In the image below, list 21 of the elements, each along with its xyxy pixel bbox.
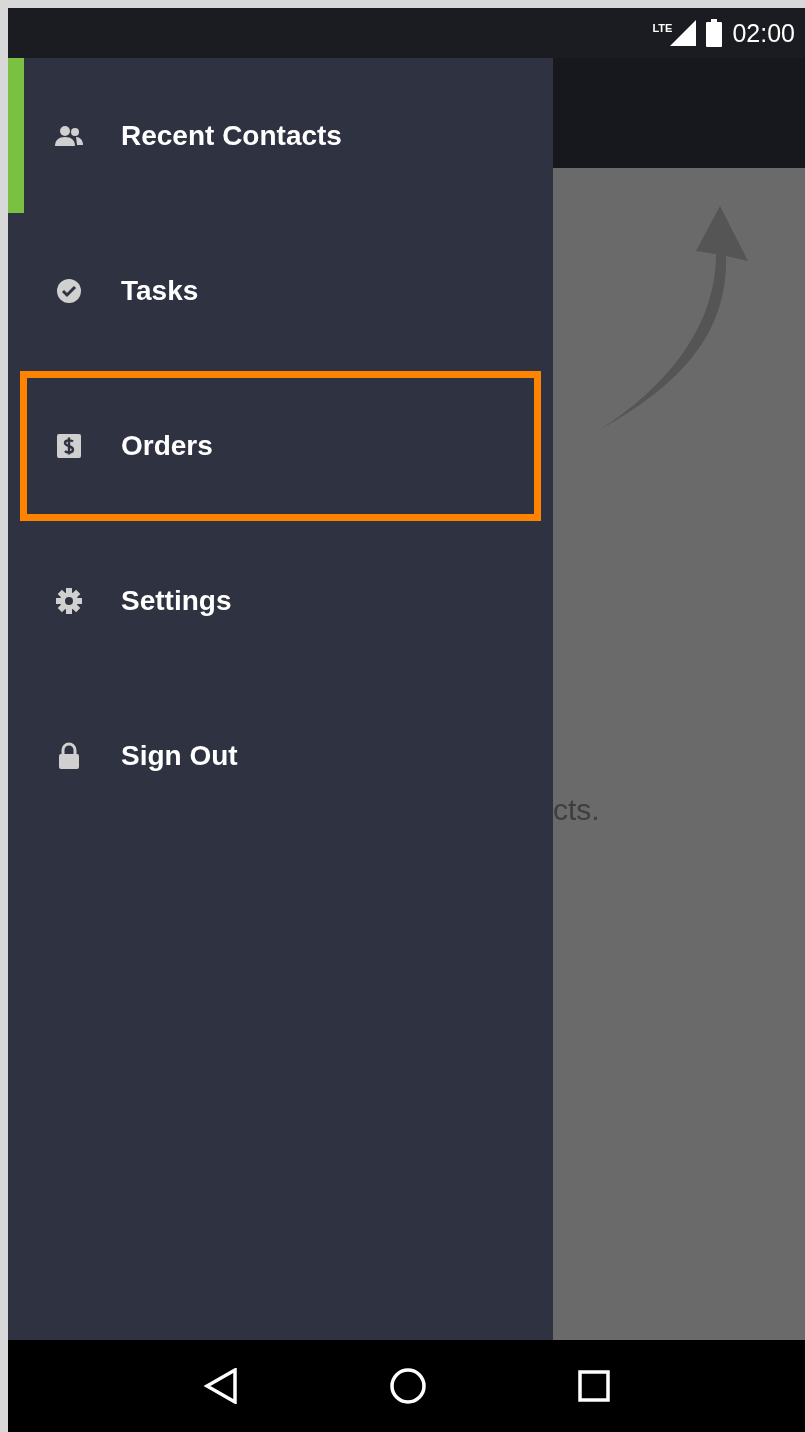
settings-icon bbox=[55, 586, 83, 615]
drawer-item-label: Recent Contacts bbox=[121, 119, 342, 152]
check-circle-icon bbox=[56, 277, 82, 304]
back-icon[interactable] bbox=[203, 1368, 238, 1404]
lock-icon bbox=[57, 741, 81, 770]
drawer-item[interactable]: Settings bbox=[8, 523, 553, 678]
recents-icon[interactable] bbox=[577, 1370, 610, 1402]
drawer-item[interactable]: Orders bbox=[8, 368, 553, 523]
home-icon[interactable] bbox=[388, 1367, 427, 1405]
signal-icon bbox=[670, 20, 697, 46]
dollar-icon bbox=[56, 432, 82, 459]
drawer-item[interactable]: Sign Out bbox=[8, 678, 553, 833]
drawer-item[interactable]: Tasks bbox=[8, 213, 553, 368]
drawer-item-label: Settings bbox=[121, 584, 232, 617]
battery-icon bbox=[706, 19, 723, 47]
people-icon bbox=[54, 124, 84, 147]
drawer-item-label: Orders bbox=[121, 429, 213, 462]
drawer-item-label: Tasks bbox=[121, 274, 199, 307]
network-label: LTE bbox=[652, 22, 673, 34]
clock: 02:00 bbox=[732, 18, 795, 48]
drawer-item-label: Sign Out bbox=[121, 739, 238, 772]
